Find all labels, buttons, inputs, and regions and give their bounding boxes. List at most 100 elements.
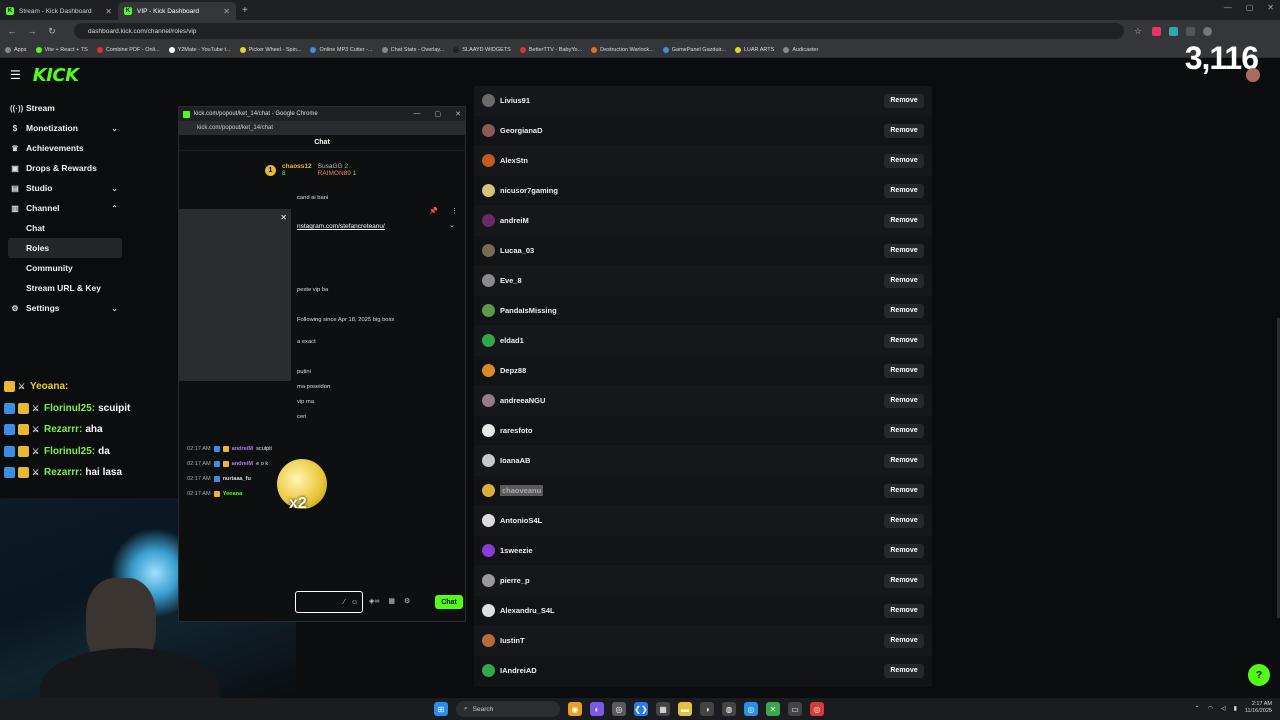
remove-vip-button[interactable]: Remove <box>884 663 924 678</box>
avatar[interactable] <box>482 634 495 647</box>
avatar[interactable] <box>482 394 495 407</box>
avatar[interactable] <box>482 574 495 587</box>
vip-username[interactable]: Lucaa_03 <box>500 246 884 255</box>
avatar[interactable] <box>482 514 495 527</box>
chat-input[interactable]: ⁄ ☺ <box>295 591 363 613</box>
avatar[interactable] <box>482 604 495 617</box>
gear-icon[interactable]: ⚙ <box>404 597 410 605</box>
remove-vip-button[interactable]: Remove <box>884 273 924 288</box>
sidebar-item-settings[interactable]: ⚙ Settings ⌄ <box>0 298 128 318</box>
discord-icon[interactable]: ◐ <box>590 702 604 716</box>
points-icon[interactable]: ◈∞ <box>369 597 379 605</box>
steam-icon[interactable]: ◍ <box>722 702 736 716</box>
bookmark-item[interactable]: GamePanel Gazduir... <box>662 46 726 53</box>
bookmark-item[interactable]: Destruction Warlock... <box>591 46 654 53</box>
folder-icon[interactable]: ▬ <box>678 702 692 716</box>
menu-icon[interactable]: ☰ <box>10 68 21 82</box>
windows-start-icon[interactable]: ⊞ <box>434 702 448 716</box>
maximize-icon[interactable]: ▢ <box>435 110 442 118</box>
browser-tab-stream[interactable]: K Stream - Kick Dashboard ✕ <box>0 2 118 20</box>
bookmark-item[interactable]: Chat Stats - Overlay... <box>381 46 444 53</box>
remove-vip-button[interactable]: Remove <box>884 303 924 318</box>
remove-vip-button[interactable]: Remove <box>884 483 924 498</box>
pin-icon[interactable]: 📌 <box>429 207 438 215</box>
bookmark-item[interactable]: LUAR ARTS <box>734 46 774 53</box>
reload-icon[interactable]: ↻ <box>46 26 58 37</box>
profile-avatar[interactable] <box>1203 26 1212 36</box>
remove-vip-button[interactable]: Remove <box>884 543 924 558</box>
sidebar-item-studio[interactable]: ▤ Studio ⌄ <box>0 178 128 198</box>
app-icon[interactable]: ◎ <box>744 702 758 716</box>
chrome-icon[interactable]: ◉ <box>568 702 582 716</box>
remove-vip-button[interactable]: Remove <box>884 513 924 528</box>
sidebar-item-channel[interactable]: ▥ Channel ⌃ <box>0 198 128 218</box>
vip-username[interactable]: andreeaNGU <box>500 396 884 405</box>
remove-vip-button[interactable]: Remove <box>884 393 924 408</box>
vip-username[interactable]: chaoveanu <box>500 485 544 496</box>
pinned-link[interactable]: nstagram.com/stefancreteanu/ <box>297 223 385 230</box>
bookmark-star-icon[interactable]: ☆ <box>1132 26 1144 37</box>
vip-username[interactable]: eldad1 <box>500 336 884 345</box>
remove-vip-button[interactable]: Remove <box>884 123 924 138</box>
sidebar-subitem-stream-url-key[interactable]: Stream URL & Key <box>0 278 128 298</box>
send-chat-button[interactable]: Chat <box>435 595 463 609</box>
browser-tab-vip[interactable]: K VIP - Kick Dashboard ✕ <box>118 2 236 20</box>
vip-username[interactable]: nicusor7gaming <box>500 186 884 195</box>
vip-username[interactable]: 1sweezie <box>500 546 884 555</box>
vip-username[interactable]: IoanaAB <box>500 456 884 465</box>
vip-username[interactable]: AlexStn <box>500 156 884 165</box>
help-chat-icon[interactable]: ? <box>1248 664 1270 686</box>
kick-logo[interactable]: KICK <box>33 65 79 86</box>
app-icon[interactable]: ◑ <box>700 702 714 716</box>
vip-username[interactable]: IustinT <box>500 636 884 645</box>
minimize-icon[interactable]: — <box>414 110 421 118</box>
more-options-icon[interactable]: ⋮ <box>451 207 458 215</box>
back-icon[interactable]: ← <box>6 26 18 36</box>
bookmark-item[interactable]: Picker Wheel - Spin... <box>239 46 301 53</box>
vip-username[interactable]: Eve_8 <box>500 276 884 285</box>
bookmark-item[interactable]: Online MP3 Cutter -... <box>310 46 373 53</box>
bookmark-item[interactable]: Combine PDF - Onli... <box>96 46 160 53</box>
avatar[interactable] <box>482 214 495 227</box>
close-window-icon[interactable]: ✕ <box>455 110 461 118</box>
remove-vip-button[interactable]: Remove <box>884 213 924 228</box>
sidebar-subitem-chat[interactable]: Chat <box>0 218 128 238</box>
taskbar-search[interactable]: ⌕ Search <box>456 701 560 717</box>
app-icon[interactable]: ▭ <box>788 702 802 716</box>
sidebar-subitem-roles[interactable]: Roles <box>8 238 122 258</box>
avatar[interactable] <box>482 184 495 197</box>
avatar[interactable] <box>482 244 495 257</box>
remove-vip-button[interactable]: Remove <box>884 153 924 168</box>
slash-command-icon[interactable]: ⁄ <box>344 599 345 606</box>
avatar[interactable] <box>482 424 495 437</box>
vip-username[interactable]: Alexandru_S4L <box>500 606 884 615</box>
remove-vip-button[interactable]: Remove <box>884 573 924 588</box>
remove-vip-button[interactable]: Remove <box>884 333 924 348</box>
forward-icon[interactable]: → <box>26 26 38 36</box>
sidebar-item-monetization[interactable]: $ Monetization ⌄ <box>0 118 128 138</box>
maximize-icon[interactable]: ▢ <box>1246 3 1254 12</box>
bookmark-item[interactable]: Audicaster <box>783 46 818 53</box>
avatar[interactable] <box>482 334 495 347</box>
remove-vip-button[interactable]: Remove <box>884 423 924 438</box>
minimize-icon[interactable]: — <box>1224 3 1232 12</box>
avatar[interactable] <box>482 664 495 677</box>
url-field[interactable]: dashboard.kick.com/channel/roles/vip <box>74 23 1124 39</box>
vip-username[interactable]: andreiM <box>500 216 884 225</box>
emoji-icon[interactable]: ☺ <box>351 599 358 606</box>
vip-username[interactable]: Depz88 <box>500 366 884 375</box>
sidebar-item-achievements[interactable]: ♛ Achievements <box>0 138 128 158</box>
vip-username[interactable]: pierre_p <box>500 576 884 585</box>
remove-vip-button[interactable]: Remove <box>884 93 924 108</box>
bookmark-item[interactable]: SLAAYD WIDGETS <box>453 46 511 53</box>
vip-username[interactable]: GeorgianaD <box>500 126 884 135</box>
vip-username[interactable]: Livius91 <box>500 96 884 105</box>
gift-icon[interactable]: ▦ <box>388 597 395 605</box>
remove-vip-button[interactable]: Remove <box>884 183 924 198</box>
avatar[interactable] <box>482 154 495 167</box>
sidebar-subitem-community[interactable]: Community <box>0 258 128 278</box>
remove-vip-button[interactable]: Remove <box>884 363 924 378</box>
close-tab-icon[interactable]: ✕ <box>105 7 112 16</box>
remove-vip-button[interactable]: Remove <box>884 453 924 468</box>
bookmark-item[interactable]: Apps <box>5 46 27 53</box>
